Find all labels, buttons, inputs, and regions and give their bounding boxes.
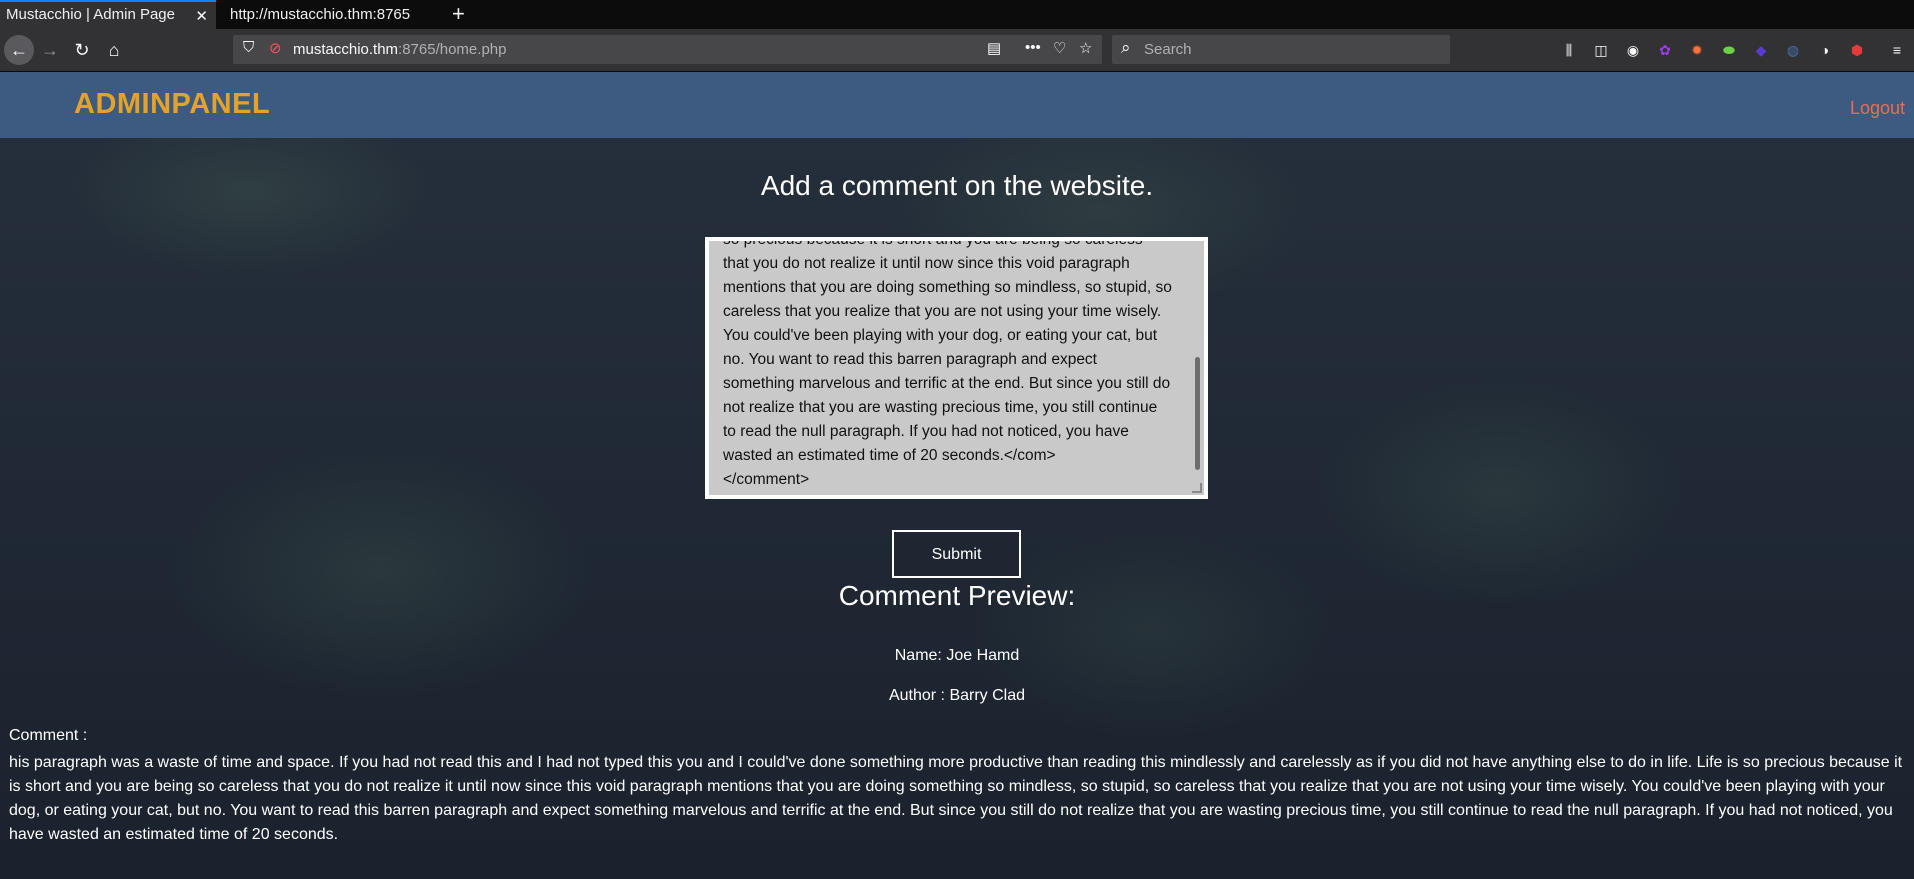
submit-button[interactable]: Submit (892, 530, 1021, 578)
reload-icon[interactable]: ↻ (70, 38, 94, 62)
textarea-scrollbar[interactable] (1195, 357, 1200, 470)
preview-name: Name: Joe Hamd (894, 647, 1020, 664)
search-icon: ⌕ (1121, 38, 1131, 57)
shield-icon[interactable]: ⛉ (243, 39, 254, 56)
preview-author: Author : Barry Clad (888, 687, 1026, 704)
extension-purple-icon[interactable]: ✿ (1656, 41, 1674, 59)
page-actions-icon[interactable]: ••• (1025, 39, 1041, 56)
adblock-icon[interactable]: ⬢ (1848, 41, 1866, 59)
comment-label: Comment : (9, 727, 88, 744)
menu-hamburger-icon[interactable]: ≡ (1888, 41, 1906, 59)
nav-toolbar: ← → ↻ ⌂ ⛉ ⊘ mustacchio.thm:8765/home.php… (0, 29, 1914, 72)
pocket-icon[interactable]: ♡ (1053, 39, 1066, 57)
url-bar[interactable]: ⛉ ⊘ mustacchio.thm:8765/home.php ▤ ••• ♡… (233, 35, 1102, 64)
sidebar-icon[interactable]: ◫ (1592, 41, 1610, 59)
page-heading: Add a comment on the website. (760, 170, 1154, 201)
extension-fox-icon[interactable]: ✹ (1688, 41, 1706, 59)
url-text[interactable]: mustacchio.thm:8765/home.php (293, 41, 506, 58)
search-placeholder: Search (1144, 41, 1192, 58)
url-path: :8765/home.php (398, 41, 507, 58)
page-content: ADMINPANEL Logout Add a comment on the w… (0, 72, 1914, 879)
url-host: mustacchio.thm (293, 41, 399, 58)
tab-bar: Mustacchio | Admin Page ✕ http://mustacc… (0, 0, 1914, 29)
tab-title: http://mustacchio.thm:8765 (230, 6, 411, 23)
extension-toggle-icon[interactable]: ⬬ (1720, 41, 1738, 59)
admin-header: ADMINPANEL Logout (0, 72, 1914, 138)
library-icon[interactable]: ⫼ (1560, 41, 1578, 59)
extension-cube-icon[interactable]: ◆ (1752, 41, 1770, 59)
insecure-lock-icon[interactable]: ⊘ (269, 39, 282, 57)
bookmark-star-icon[interactable]: ☆ (1079, 39, 1092, 57)
back-arrow-icon[interactable]: ← (4, 35, 34, 65)
tab-mustacchio-url[interactable]: http://mustacchio.thm:8765 (224, 0, 414, 29)
brand-title[interactable]: ADMINPANEL (74, 88, 270, 121)
close-icon[interactable]: ✕ (195, 7, 208, 25)
forward-arrow-icon[interactable]: → (38, 38, 62, 62)
tab-title: Mustacchio | Admin Page (6, 6, 175, 23)
extension-globe-icon[interactable]: ◍ (1784, 41, 1802, 59)
reader-view-icon[interactable]: ▤ (987, 39, 1001, 57)
new-tab-plus-icon[interactable]: + (452, 1, 465, 27)
logout-link[interactable]: Logout (1850, 98, 1905, 119)
extension-cookie-icon[interactable]: ◑ (1816, 41, 1834, 59)
textarea-content: so precious because it is short and you … (723, 241, 1172, 488)
comment-body: his paragraph was a waste of time and sp… (9, 754, 1903, 843)
search-field[interactable]: ⌕ Search (1112, 35, 1450, 64)
account-icon[interactable]: ◉ (1624, 41, 1642, 59)
tab-admin-page[interactable]: Mustacchio | Admin Page ✕ (0, 0, 216, 29)
comment-textarea-frame: so precious because it is short and you … (705, 237, 1208, 499)
preview-heading: Comment Preview: (838, 580, 1076, 611)
resize-grip-icon[interactable] (1192, 483, 1202, 493)
comment-textarea[interactable]: so precious because it is short and you … (709, 241, 1204, 495)
home-icon[interactable]: ⌂ (102, 38, 126, 62)
